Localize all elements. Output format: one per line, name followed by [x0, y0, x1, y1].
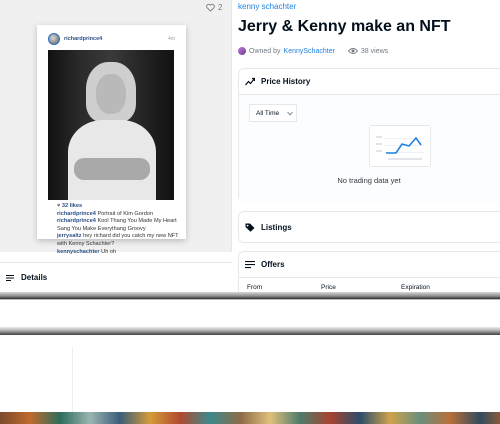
caption-line: jerrysaltz hey richard did you catch my … [57, 233, 179, 247]
chevron-down-icon [287, 111, 293, 115]
details-label: Details [21, 273, 48, 282]
owner-link[interactable]: KennySchachter [284, 48, 335, 55]
caption-line: richardprince4 Portrait of Kim Gordon [57, 210, 154, 217]
price-history-label: Price History [261, 77, 311, 86]
no-trading-data-text: No trading data yet [337, 176, 401, 185]
tag-icon [245, 223, 255, 232]
post-caption: ♥ 32 likes richardprince4 Portrait of Ki… [57, 203, 183, 256]
caption-line: kennyschachter Uh oh [57, 248, 117, 255]
price-history-header[interactable]: Price History [239, 69, 500, 95]
avatar [48, 33, 60, 45]
asset-title: Jerry & Kenny make an NFT [238, 18, 451, 35]
owner-row: Owned by KennySchachter 38 views [238, 47, 388, 55]
blank-strip [0, 299, 500, 327]
views-text: 38 views [360, 47, 389, 55]
offers-col-from: From [247, 283, 263, 291]
caption-line: richardprince4 Kool Thang You Made My He… [57, 218, 177, 232]
glitch-strip [0, 292, 500, 299]
post-likes: ♥ 32 likes [57, 203, 83, 209]
media-panel: 2 richardprince4 4m ♥ 32 likes richardpr… [0, 0, 232, 255]
offers-header[interactable]: Offers [239, 252, 500, 278]
eye-icon [347, 48, 358, 54]
list-icon [245, 261, 255, 269]
time-range-select[interactable]: All Time [249, 104, 297, 122]
owner-avatar[interactable] [238, 47, 246, 55]
glitch-strip [0, 327, 500, 335]
time-range-value: All Time [256, 109, 280, 117]
collection-link[interactable]: kenny schachter [238, 2, 296, 11]
favorite-button[interactable]: 2 [206, 3, 222, 12]
favorite-count: 2 [218, 3, 223, 12]
trending-up-icon [245, 77, 255, 86]
owned-by-label: Owned by [249, 47, 281, 55]
offers-card: Offers From Price Expiration [238, 251, 500, 296]
details-panel-header[interactable]: Details [0, 262, 232, 292]
instagram-post-image[interactable]: richardprince4 4m ♥ 32 likes richardprin… [37, 25, 186, 255]
post-username: richardprince4 [64, 36, 103, 42]
offers-label: Offers [261, 260, 285, 269]
post-time: 4m [168, 36, 175, 42]
heart-icon [206, 3, 215, 12]
portrait-photo [48, 50, 174, 200]
painting-strip [0, 412, 500, 424]
blank-strip [0, 335, 500, 412]
empty-chart-icon [369, 125, 431, 167]
list-icon [6, 274, 14, 281]
post-header: richardprince4 4m [48, 32, 175, 46]
listings-card: Listings [238, 211, 500, 243]
view-count: 38 views [347, 47, 389, 55]
price-history-body: All Time [239, 95, 500, 202]
offers-col-expiration: Expiration [401, 283, 430, 291]
listings-label: Listings [261, 222, 292, 232]
offers-col-price: Price [321, 283, 336, 291]
listings-header[interactable]: Listings [239, 212, 500, 242]
